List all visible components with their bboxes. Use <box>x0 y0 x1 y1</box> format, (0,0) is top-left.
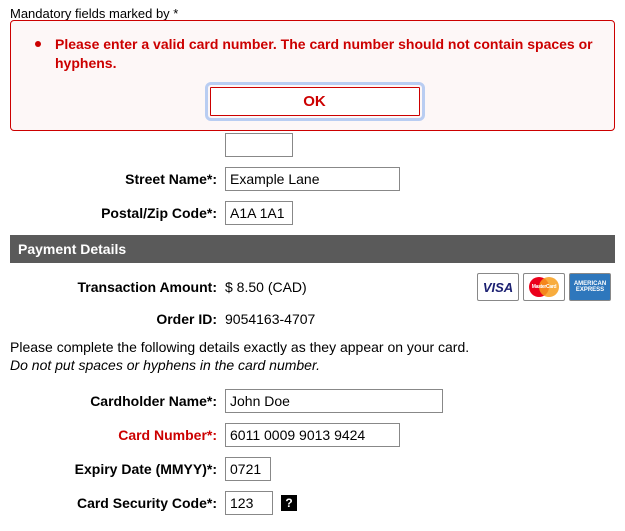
amount-value: $ 8.50 (CAD) <box>225 279 307 295</box>
mastercard-logo-icon: MasterCard <box>523 273 565 301</box>
ok-button[interactable]: OK <box>210 87 420 116</box>
amount-label: Transaction Amount: <box>10 279 225 295</box>
cardnumber-input[interactable] <box>225 423 400 447</box>
expiry-label: Expiry Date (MMYY)*: <box>10 461 225 477</box>
instructions-line2: Do not put spaces or hyphens in the card… <box>10 357 615 373</box>
amex-logo-icon: AMERICAN EXPRESS <box>569 273 611 301</box>
street-name-label: Street Name*: <box>10 171 225 187</box>
street-no-label <box>10 137 225 153</box>
street-name-input[interactable] <box>225 167 400 191</box>
bullet-icon <box>35 41 41 47</box>
error-message: Please enter a valid card number. The ca… <box>55 35 594 73</box>
postal-label: Postal/Zip Code*: <box>10 205 225 221</box>
csc-input[interactable] <box>225 491 273 515</box>
error-dialog: Please enter a valid card number. The ca… <box>10 20 615 131</box>
expiry-input[interactable] <box>225 457 271 481</box>
street-no-input[interactable] <box>225 133 293 157</box>
visa-logo-icon: VISA <box>477 273 519 301</box>
help-icon[interactable]: ? <box>281 495 297 511</box>
cardholder-label: Cardholder Name*: <box>10 393 225 409</box>
order-value: 9054163-4707 <box>225 311 315 327</box>
csc-label: Card Security Code*: <box>10 495 225 511</box>
mandatory-note: Mandatory fields marked by * <box>10 6 615 21</box>
cardnumber-label: Card Number*: <box>10 427 225 443</box>
order-label: Order ID: <box>10 311 225 327</box>
cardholder-input[interactable] <box>225 389 443 413</box>
instructions-line1: Please complete the following details ex… <box>10 339 615 355</box>
card-logos: VISA MasterCard AMERICAN EXPRESS <box>477 273 615 301</box>
section-header-payment: Payment Details <box>10 235 615 263</box>
postal-input[interactable] <box>225 201 293 225</box>
